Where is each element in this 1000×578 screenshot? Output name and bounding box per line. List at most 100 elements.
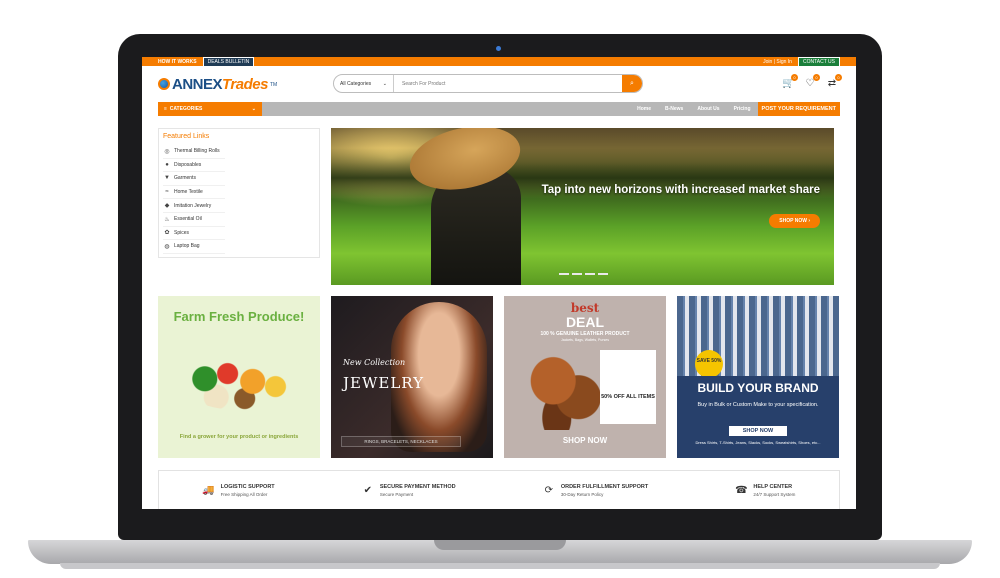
spice-icon: ✿ xyxy=(164,230,170,237)
search-bar: All Categories ⌄ ⌕ xyxy=(333,74,643,93)
brand-title: BUILD YOUR BRAND xyxy=(697,381,819,395)
nav-bnews[interactable]: B-News xyxy=(658,106,690,112)
carousel-dot[interactable] xyxy=(598,273,608,275)
brand-subtitle: Buy in Bulk or Custom Make to your speci… xyxy=(697,402,819,408)
join-signin-link[interactable]: Join | Sign In xyxy=(763,59,792,65)
featured-link-home-textile[interactable]: ≈ Home Textile xyxy=(163,186,225,200)
support-icon: ☎ xyxy=(735,484,748,496)
featured-link-label: Laptop Bag xyxy=(174,243,200,250)
category-select[interactable]: All Categories ⌄ xyxy=(334,75,394,92)
leather-best: best xyxy=(570,301,600,315)
camera-icon xyxy=(496,46,501,51)
farm-fresh-tile[interactable]: Farm Fresh Produce! Find a grower for yo… xyxy=(158,296,320,458)
roll-icon: ◎ xyxy=(164,148,170,155)
features-strip: 🚚 LOGISTIC SUPPORT Free Shipping All Orde… xyxy=(158,470,840,509)
search-button[interactable]: ⌕ xyxy=(622,75,642,92)
feature-subtitle: 30-Day Return Policy xyxy=(560,491,604,497)
featured-link-disposables[interactable]: ● Disposables xyxy=(163,159,225,173)
laptop-shadow xyxy=(60,563,940,569)
carousel-dot[interactable] xyxy=(572,273,582,275)
feature-subtitle: 24/7 Support System xyxy=(753,491,796,497)
carousel-dot[interactable] xyxy=(559,273,569,275)
feature-title: HELP CENTER xyxy=(753,483,793,490)
nav-about[interactable]: About Us xyxy=(690,106,726,112)
feature-fulfillment: ⟳ ORDER FULFILLMENT SUPPORT 30-Day Return… xyxy=(543,483,649,497)
nav-pricing[interactable]: Pricing xyxy=(727,106,758,112)
build-brand-tile[interactable]: SAVE 50% BUILD YOUR BRAND Buy in Bulk or… xyxy=(677,296,839,458)
category-select-value: All Categories xyxy=(340,80,372,87)
featured-link-label: Garments xyxy=(174,175,196,182)
featured-link-spices[interactable]: ✿ Spices xyxy=(163,227,225,241)
brand-product-list: Dress Shirts, T-Shirts, Jeans, Slacks, S… xyxy=(695,440,821,445)
cup-icon: ● xyxy=(165,161,169,168)
cart-badge: 0 xyxy=(791,74,798,81)
heart-icon[interactable]: ♡ 0 xyxy=(804,74,820,90)
chevron-down-icon: ⌄ xyxy=(251,106,256,112)
shirt-icon: ▼ xyxy=(164,175,170,182)
jewelry-band: RINGS, BRACELETS, NECKLACES xyxy=(341,436,461,447)
bag-icon: ◍ xyxy=(164,243,170,250)
truck-icon: 🚚 xyxy=(202,484,215,496)
feature-subtitle: Secure Payment xyxy=(379,491,414,497)
featured-link-label: Imitation Jewelry xyxy=(174,202,212,209)
hero-shop-now-button[interactable]: SHOP NOW › xyxy=(769,214,820,228)
nav-links: Home B-News About Us Pricing POST YOUR R… xyxy=(630,102,840,116)
featured-link-label: Essential Oil xyxy=(174,216,202,223)
leather-shop-now[interactable]: SHOP NOW xyxy=(504,436,666,445)
feature-title: ORDER FULFILLMENT SUPPORT xyxy=(560,483,649,490)
featured-link-label: Spices xyxy=(174,229,190,236)
check-circle-icon: ✔ xyxy=(363,484,373,496)
feature-title: SECURE PAYMENT METHOD xyxy=(379,483,456,490)
hero-banner[interactable]: Tap into new horizons with increased mar… xyxy=(331,128,834,285)
farm-fresh-title: Farm Fresh Produce! xyxy=(173,309,305,324)
hero-headline: Tap into new horizons with increased mar… xyxy=(541,184,820,196)
feature-title: LOGISTIC SUPPORT xyxy=(220,483,275,490)
jewelry-tile[interactable]: New Collection JEWELRY RINGS, BRACELETS,… xyxy=(331,296,493,458)
top-bar: HOW IT WORKS DEALS BULLETIN Join | Sign … xyxy=(142,57,856,67)
main-nav: ≡ CATEGORIES ⌄ Home B-News About Us Pric… xyxy=(158,102,840,116)
how-it-works-link[interactable]: HOW IT WORKS xyxy=(158,59,197,65)
laptop-mockup: HOW IT WORKS DEALS BULLETIN Join | Sign … xyxy=(0,0,1000,578)
search-input[interactable] xyxy=(394,75,622,92)
categories-label: CATEGORIES xyxy=(169,106,203,112)
carousel-dot[interactable] xyxy=(585,273,595,275)
post-requirement-button[interactable]: POST YOUR REQUIREMENT xyxy=(757,102,840,116)
featured-link-label: Thermal Billing Rolls xyxy=(174,148,220,155)
leather-deal: DEAL xyxy=(565,314,605,330)
carousel-dots xyxy=(559,273,608,275)
feature-logistic: 🚚 LOGISTIC SUPPORT Free Shipping All Orde… xyxy=(202,483,275,497)
nav-home[interactable]: Home xyxy=(630,106,658,112)
refresh-icon: ⟳ xyxy=(544,484,553,496)
leather-bags-image xyxy=(528,348,600,430)
featured-link-garments[interactable]: ▼ Garments xyxy=(163,172,225,186)
jewelry-title: JEWELRY xyxy=(343,374,425,392)
logo-text-accent: Trades xyxy=(222,75,268,93)
jewelry-script: New Collection xyxy=(343,358,406,367)
brand-shop-now-button[interactable]: SHOP NOW xyxy=(729,426,787,436)
featured-links-panel: Featured Links ◎ Thermal Billing Rolls ● D… xyxy=(158,128,320,258)
gem-icon: ◆ xyxy=(164,203,170,210)
categories-menu-button[interactable]: ≡ CATEGORIES ⌄ xyxy=(158,102,262,116)
textile-icon: ≈ xyxy=(165,189,169,196)
featured-links-title: Featured Links xyxy=(163,133,210,140)
logo-text: ANNEXTrades xyxy=(172,76,268,93)
logo[interactable]: ANNEXTrades TM xyxy=(158,76,277,93)
header-icons: 🛒 0 ♡ 0 ⇄ 0 xyxy=(782,74,842,90)
featured-link-jewelry[interactable]: ◆ Imitation Jewelry xyxy=(163,199,225,213)
featured-link-essential-oil[interactable]: ♨ Essential Oil xyxy=(163,213,225,227)
featured-link-thermal[interactable]: ◎ Thermal Billing Rolls xyxy=(163,145,225,159)
cart-icon[interactable]: 🛒 0 xyxy=(782,74,798,90)
save-badge: SAVE 50% xyxy=(695,350,723,378)
laptop-notch xyxy=(434,540,566,550)
compare-icon[interactable]: ⇄ 0 xyxy=(826,74,842,90)
logo-trademark: TM xyxy=(269,81,278,88)
featured-link-laptop-bag[interactable]: ◍ Laptop Bag xyxy=(163,240,225,254)
feature-subtitle: Free Shipping All Order xyxy=(220,491,268,497)
search-icon: ⌕ xyxy=(630,79,634,87)
compare-badge: 0 xyxy=(835,74,842,81)
leather-deal-tile[interactable]: best DEAL 100 % GENUINE LEATHER PRODUCT … xyxy=(504,296,666,458)
wishlist-badge: 0 xyxy=(813,74,820,81)
logo-text-main: ANNEX xyxy=(172,75,223,93)
featured-link-label: Disposables xyxy=(174,161,202,168)
oil-icon: ♨ xyxy=(164,216,170,223)
